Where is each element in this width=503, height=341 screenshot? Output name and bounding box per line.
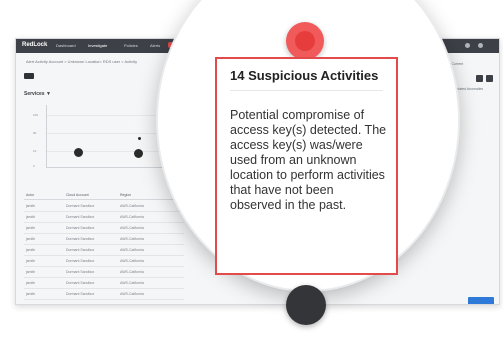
tooltip-body: Potential compromise of access key(s) de…: [230, 108, 387, 212]
nav-policies[interactable]: Policies: [124, 43, 138, 48]
cell-region: AWS-California: [120, 215, 144, 219]
gridline: [47, 151, 167, 152]
breadcrumb[interactable]: Alert Activity Account > Unknown Locatio…: [26, 59, 137, 64]
cell-actor: jsmith: [26, 259, 36, 263]
activity-marker[interactable]: [134, 149, 143, 158]
y-tick: 10: [33, 149, 37, 153]
go-to-alerts-button[interactable]: [468, 297, 494, 304]
cell-region: AWS-California: [120, 270, 144, 274]
cell-region: AWS-California: [120, 204, 144, 208]
brand-logo[interactable]: RedLock: [22, 42, 47, 48]
suspicious-activity-tooltip: 14 Suspicious Activities Potential compr…: [215, 57, 398, 275]
gridline: [47, 115, 167, 116]
cell-account: Dormant Sandbox: [66, 237, 95, 241]
cell-account: Dormant Sandbox: [66, 248, 95, 252]
y-tick: 50: [33, 131, 37, 135]
filter-chip[interactable]: [24, 73, 34, 79]
cell-actor: jsmith: [26, 215, 36, 219]
cell-account: Dormant Sandbox: [66, 259, 95, 263]
cell-actor: jsmith: [26, 204, 36, 208]
cell-region: AWS-California: [120, 237, 144, 241]
cell-account: Dormant Sandbox: [66, 226, 95, 230]
cell-region: AWS-California: [120, 226, 144, 230]
export-button[interactable]: [486, 75, 493, 82]
settings-icon[interactable]: [465, 43, 470, 48]
cell-actor: jsmith: [26, 292, 36, 296]
cell-region: AWS-California: [120, 248, 144, 252]
cell-region: AWS-California: [120, 292, 144, 296]
cell-region: AWS-California: [120, 259, 144, 263]
y-tick: 100: [33, 113, 39, 117]
cell-account: Dormant Sandbox: [66, 204, 95, 208]
cell-actor: jsmith: [26, 237, 36, 241]
column-header[interactable]: Cloud Account: [66, 193, 89, 197]
cell-actor: jsmith: [26, 248, 36, 252]
column-header[interactable]: Region: [120, 193, 131, 197]
related-anomalies-label: Related Anomalies: [454, 87, 484, 91]
tooltip-title: 14 Suspicious Activities: [230, 68, 379, 83]
column-header[interactable]: Actor: [26, 193, 34, 197]
alert-marker-core: [295, 31, 315, 51]
refresh-button[interactable]: [476, 75, 483, 82]
services-dropdown[interactable]: Services ▼: [24, 91, 51, 97]
cell-actor: jsmith: [26, 281, 36, 285]
cell-account: Dormant Sandbox: [66, 292, 95, 296]
cell-account: Dormant Sandbox: [66, 215, 95, 219]
cell-actor: jsmith: [26, 226, 36, 230]
gridline: [47, 133, 167, 134]
nav-dashboard[interactable]: Dashboard: [56, 43, 76, 48]
tooltip-divider: [230, 90, 383, 91]
cell-account: Dormant Sandbox: [66, 270, 95, 274]
y-tick: 0: [33, 164, 35, 168]
alert-marker-red[interactable]: [286, 22, 324, 60]
cell-region: AWS-California: [120, 281, 144, 285]
activity-marker[interactable]: [74, 148, 83, 157]
cell-actor: jsmith: [26, 270, 36, 274]
activity-plot: 100 50 10 0: [33, 105, 167, 168]
nav-investigate[interactable]: Investigate: [88, 43, 107, 48]
activity-marker-dark[interactable]: [286, 285, 326, 325]
activity-marker[interactable]: [138, 137, 141, 140]
cell-account: Dormant Sandbox: [66, 281, 95, 285]
user-icon[interactable]: [478, 43, 483, 48]
